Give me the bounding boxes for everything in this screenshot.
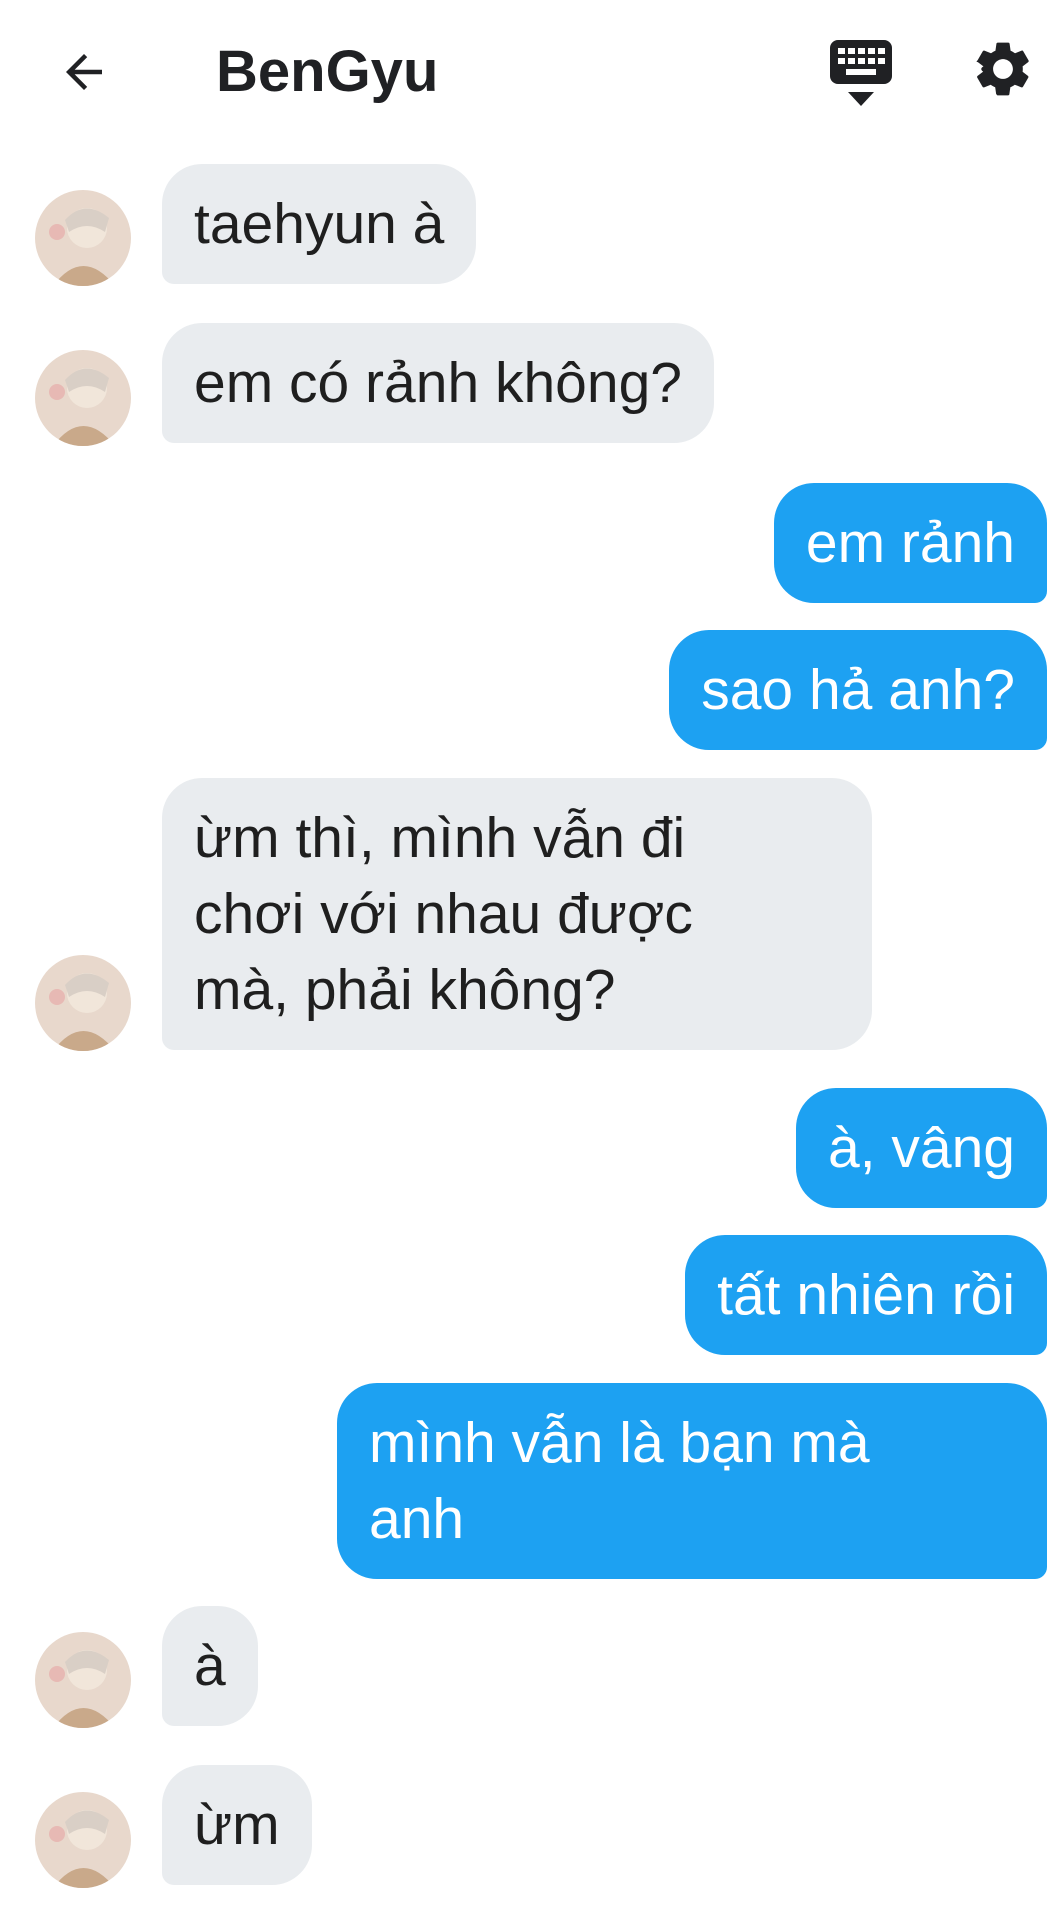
- avatar[interactable]: [35, 350, 131, 446]
- gear-icon: [976, 42, 1029, 96]
- outgoing-message[interactable]: tất nhiên rồi: [685, 1235, 1047, 1355]
- chat-header: BenGyu: [0, 0, 1063, 145]
- outgoing-message[interactable]: à, vâng: [796, 1088, 1047, 1208]
- back-button[interactable]: [50, 38, 118, 106]
- avatar-photo: [35, 1632, 131, 1728]
- outgoing-message[interactable]: em rảnh: [773, 483, 1047, 603]
- keyboard-hide-icon: [830, 40, 892, 106]
- avatar-photo: [35, 1792, 131, 1888]
- avatar[interactable]: [35, 190, 131, 286]
- avatar[interactable]: [35, 1792, 131, 1888]
- incoming-message[interactable]: taehyun à: [162, 164, 477, 284]
- incoming-message[interactable]: ừm thì, mình vẫn đi chơi với nhau được m…: [162, 778, 872, 1050]
- settings-button[interactable]: [970, 36, 1040, 106]
- chat-title: BenGyu: [216, 39, 439, 104]
- keyboard-toggle-button[interactable]: [826, 36, 896, 108]
- incoming-message[interactable]: ừm: [162, 1765, 312, 1885]
- avatar[interactable]: [35, 1632, 131, 1728]
- incoming-message[interactable]: à: [162, 1606, 258, 1726]
- avatar-photo: [35, 955, 131, 1051]
- incoming-message[interactable]: em có rảnh không?: [162, 323, 714, 443]
- outgoing-message[interactable]: sao hả anh?: [669, 630, 1047, 750]
- avatar-photo: [35, 350, 131, 446]
- avatar[interactable]: [35, 955, 131, 1051]
- arrow-left-icon: [66, 54, 102, 90]
- avatar-photo: [35, 190, 131, 286]
- outgoing-message[interactable]: mình vẫn là bạn mà anh: [337, 1383, 1047, 1579]
